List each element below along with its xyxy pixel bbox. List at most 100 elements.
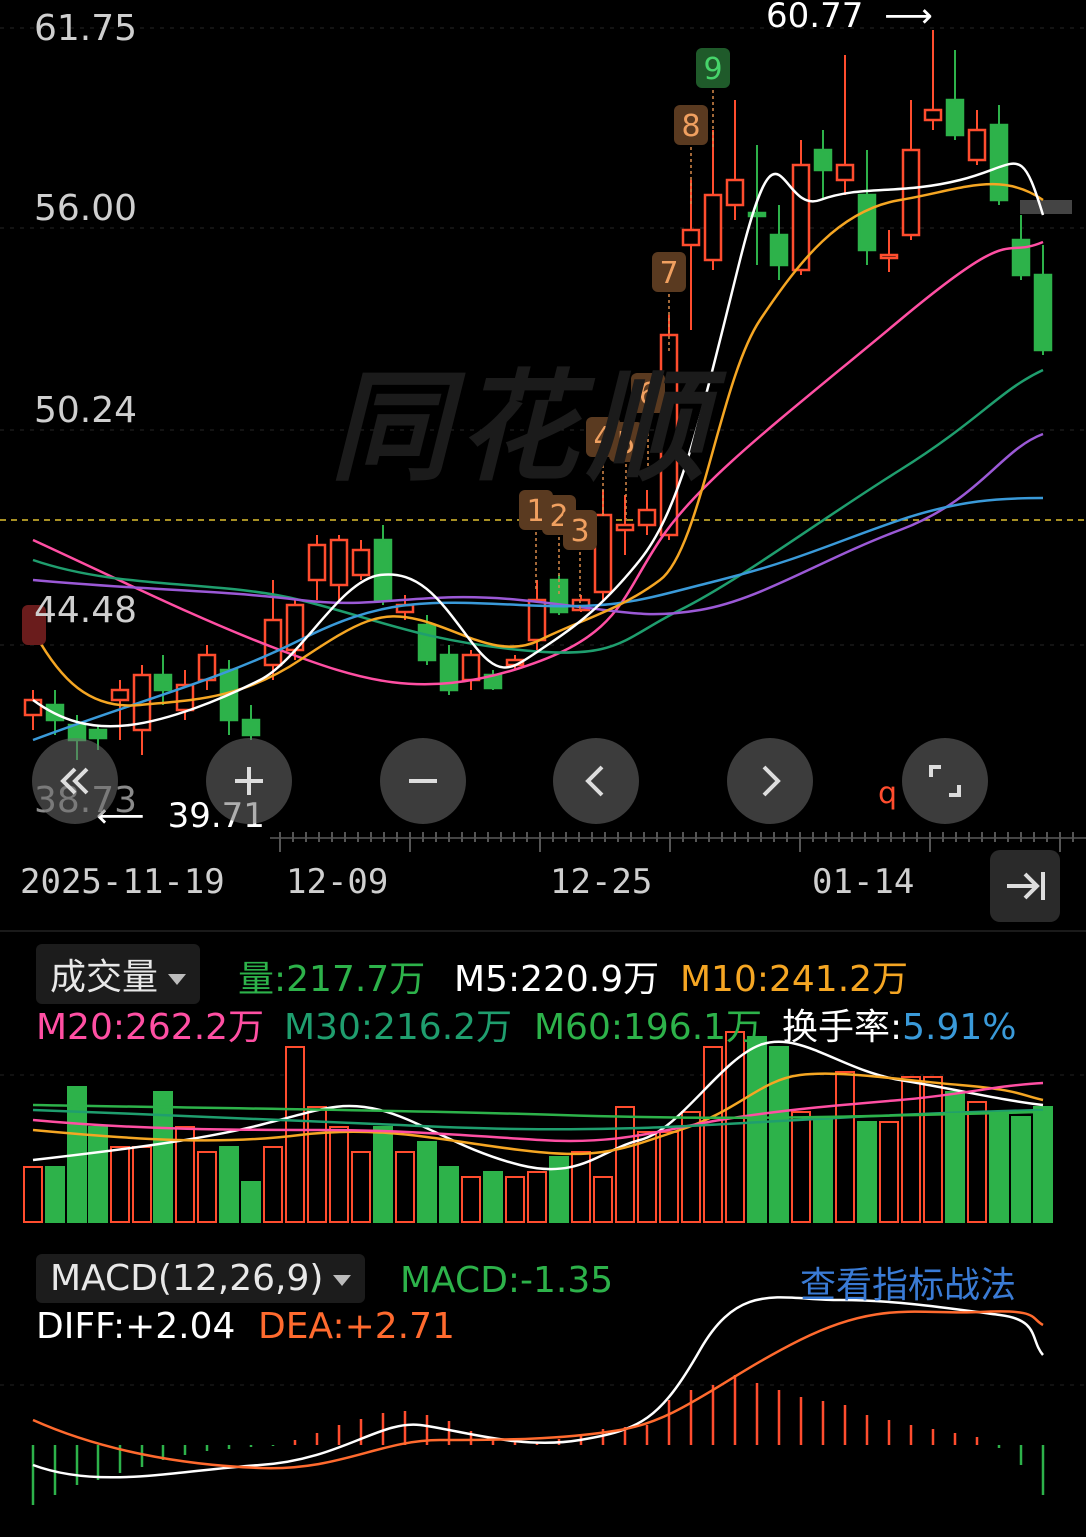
volume-bar — [989, 1111, 1009, 1223]
scroll-far-left-button[interactable] — [32, 738, 118, 824]
price-tick-4: 44.48 — [34, 590, 138, 631]
volume-indicator-select[interactable]: 成交量 — [36, 944, 201, 1004]
volume-bar — [483, 1171, 503, 1223]
volume-bar — [549, 1156, 569, 1223]
volume-m10: M10:241.2万 — [680, 959, 909, 1000]
volume-value: 量:217.7万 — [238, 959, 426, 1000]
volume-m5: M5:220.9万 — [454, 959, 660, 1000]
volume-m30: M30:216.2万 — [284, 1007, 513, 1048]
candle-body — [769, 233, 789, 267]
volume-bar — [110, 1146, 130, 1223]
candle-body — [307, 543, 327, 582]
turnover-rate: 换手率:5.91% — [782, 998, 1017, 1050]
volume-bar — [527, 1171, 547, 1223]
double-left-icon — [60, 767, 89, 795]
move-right-button[interactable] — [727, 738, 813, 824]
volume-bar — [967, 1101, 987, 1223]
volume-bar — [835, 1071, 855, 1223]
zoom-out-button[interactable] — [380, 738, 466, 824]
volume-bar — [219, 1146, 239, 1223]
date-label-4: 01-14 — [812, 862, 915, 902]
volume-bar — [1011, 1116, 1031, 1223]
move-left-button[interactable] — [553, 738, 639, 824]
candle-body — [857, 193, 877, 252]
fullscreen-icon — [929, 765, 961, 797]
candle-body — [461, 653, 481, 682]
volume-bar — [505, 1176, 525, 1223]
volume-bar — [417, 1141, 437, 1223]
candle-body — [1011, 238, 1031, 277]
dropdown-arrow-icon — [333, 1274, 352, 1286]
volume-m20: M20:262.2万 — [36, 1007, 265, 1048]
chevron-right-icon — [762, 765, 781, 797]
macd-indicator-select[interactable]: MACD(12,26,9) — [36, 1254, 366, 1303]
section-divider — [0, 930, 1086, 932]
macd-select-label: MACD(12,26,9) — [50, 1258, 324, 1299]
volume-bar — [132, 1146, 152, 1223]
candle-body — [945, 98, 965, 137]
volume-bar — [329, 1126, 349, 1223]
candle-body — [923, 108, 943, 122]
candle-body — [88, 728, 108, 740]
candle-body — [901, 148, 921, 237]
nine-turn-label: 9 — [703, 52, 722, 87]
date-label-3: 12-25 — [550, 862, 653, 902]
candle-body — [110, 688, 130, 702]
price-tick-3: 50.24 — [34, 390, 138, 431]
volume-bar — [263, 1146, 283, 1223]
price-tick-top: 61.75 — [34, 8, 138, 49]
candle-body — [439, 653, 459, 692]
volume-bar — [879, 1121, 899, 1223]
volume-bar — [307, 1106, 327, 1223]
volume-bar — [637, 1131, 657, 1223]
candle-body — [329, 538, 349, 587]
volume-bar — [153, 1091, 173, 1223]
volume-bar — [593, 1176, 613, 1223]
volume-bar — [923, 1076, 943, 1223]
candle-body — [681, 228, 701, 247]
fullscreen-button[interactable] — [902, 738, 988, 824]
candle-body — [263, 618, 283, 667]
volume-bar — [45, 1166, 65, 1223]
volume-bar — [813, 1116, 833, 1223]
volume-bar — [769, 1046, 789, 1223]
q-marker: q — [878, 776, 898, 811]
volume-bar — [659, 1131, 679, 1223]
volume-m60: M60:196.1万 — [534, 1007, 763, 1048]
volume-bar — [395, 1151, 415, 1223]
nine-turn-label: 8 — [681, 109, 700, 144]
candle-body — [351, 548, 371, 577]
candle-body — [813, 148, 833, 172]
nine-turn-label: 7 — [659, 256, 678, 291]
volume-bar — [241, 1181, 261, 1223]
price-tick-2: 56.00 — [34, 188, 138, 229]
volume-bar — [747, 1036, 767, 1223]
volume-bar — [615, 1106, 635, 1223]
volume-bar — [351, 1151, 371, 1223]
watermark-logo: 同花顺 — [330, 359, 714, 498]
candle-body — [593, 513, 613, 594]
macd-diff: DIFF:+2.04 — [36, 1306, 236, 1347]
volume-bar — [461, 1176, 481, 1223]
high-price-value: 60.77 — [766, 0, 864, 36]
candle-body — [879, 253, 899, 260]
turnover-value: 5.91% — [902, 1007, 1017, 1048]
candle-body — [241, 718, 261, 737]
jump-latest-button[interactable] — [990, 850, 1060, 922]
indicator-strategy-link[interactable]: 查看指标战法 — [800, 1256, 1016, 1308]
candle-body — [791, 163, 811, 272]
high-price-marker: 60.77 ⟶ — [766, 0, 933, 36]
volume-bar — [439, 1166, 459, 1223]
candle-body — [153, 673, 173, 692]
candle-body — [725, 178, 745, 207]
jump-latest-icon — [1007, 872, 1045, 900]
volume-select-label: 成交量 — [50, 957, 159, 998]
candle-body — [703, 193, 723, 262]
volume-bar — [791, 1111, 811, 1223]
volume-bar — [857, 1121, 877, 1223]
candle-body — [23, 698, 43, 717]
volume-bar — [88, 1126, 108, 1223]
volume-bar — [1033, 1106, 1053, 1223]
zoom-in-button[interactable] — [206, 738, 292, 824]
candle-body — [989, 123, 1009, 202]
